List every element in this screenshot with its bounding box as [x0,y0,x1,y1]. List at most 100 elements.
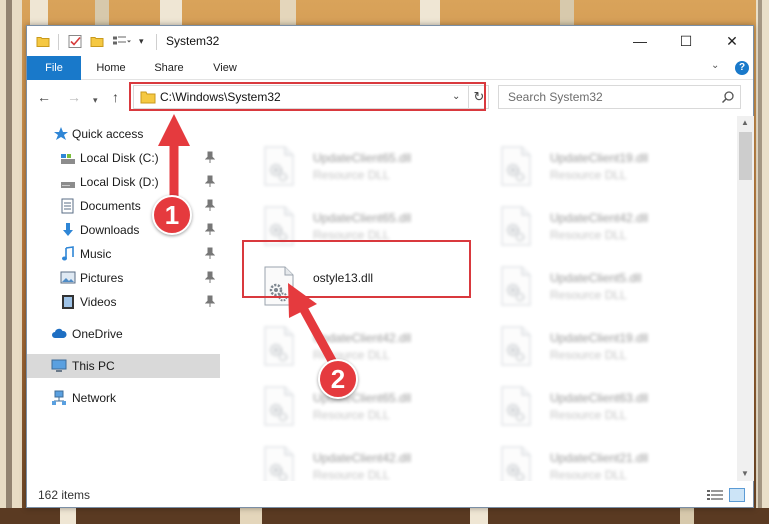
dll-file-icon [501,386,531,426]
tab-file[interactable]: File [27,56,81,80]
nav-item-downloads[interactable]: Downloads [27,218,220,242]
search-box[interactable] [498,85,741,109]
expand-ribbon-icon[interactable]: ⌄ [711,60,719,71]
file-name: UpdateClient19.dll [550,331,649,345]
search-icon[interactable] [721,90,735,104]
help-icon[interactable]: ? [735,61,749,75]
status-bar: 162 items [27,484,753,508]
recent-locations-icon[interactable]: ▾ [93,93,98,107]
dll-file-icon [501,266,531,306]
file-item[interactable]: UpdateClient5.dll Resource DLL [482,264,712,318]
nav-item-label: Network [72,391,117,405]
nav-item-music[interactable]: Music [27,242,220,266]
pin-icon[interactable] [205,223,215,235]
dll-file-icon [501,446,531,481]
new-folder-icon[interactable] [90,34,104,49]
file-description: Resource DLL [550,408,627,422]
pin-icon[interactable] [205,247,215,259]
ribbon-tabs: File Home Share View ⌄ ? [27,56,753,80]
file-description: Resource DLL [313,348,390,362]
pin-icon[interactable] [205,295,215,307]
file-item[interactable]: UpdateClient19.dll Resource DLL [482,324,712,378]
customize-toolbar-icon[interactable]: ▾ [139,34,149,49]
drive-icon [61,154,75,164]
documents-icon [61,198,74,214]
nav-item-label: Downloads [80,223,140,237]
nav-item-this-pc[interactable]: This PC [27,354,220,378]
file-item[interactable]: UpdateClient65.dll Resource DLL [245,144,475,198]
scroll-up-icon[interactable]: ▲ [741,118,749,127]
file-description: Resource DLL [313,168,390,182]
file-description: Resource DLL [550,228,627,242]
dll-file-icon [501,146,531,186]
file-description: Resource DLL [550,468,627,481]
file-name: UpdateClient21.dll [550,451,649,465]
file-name: UpdateClient19.dll [550,151,649,165]
file-item[interactable]: UpdateClient63.dll Resource DLL [482,384,712,438]
forward-button[interactable]: → [67,90,81,104]
file-item[interactable]: UpdateClient42.dll Resource DLL [482,204,712,258]
dll-file-icon [501,326,531,366]
music-icon [62,246,74,261]
view-options-icon[interactable] [112,34,132,49]
star-icon [54,127,68,140]
nav-item-label: Quick access [72,127,144,141]
dll-file-icon [264,446,294,481]
navigation-pane: Quick access Local Disk (C:) Local Disk … [27,116,220,481]
nav-item-onedrive[interactable]: OneDrive [27,322,220,346]
folder-icon[interactable] [36,34,50,49]
details-view-icon[interactable] [707,489,723,501]
file-name: UpdateClient42.dll [313,451,412,465]
pin-icon[interactable] [205,271,215,283]
pictures-icon [60,271,76,284]
file-item[interactable]: UpdateClient65.dll Resource DLL [245,384,475,438]
nav-item-videos[interactable]: Videos [27,290,220,314]
nav-item-local-disk-c[interactable]: Local Disk (C:) [27,146,220,170]
file-item[interactable]: UpdateClient19.dll Resource DLL [482,144,712,198]
downloads-icon [63,223,73,236]
nav-item-local-disk-d[interactable]: Local Disk (D:) [27,170,220,194]
file-highlight [242,240,471,298]
close-button[interactable]: ✕ [709,26,755,56]
tab-share[interactable]: Share [147,56,191,80]
maximize-button[interactable]: ☐ [663,26,709,56]
properties-icon[interactable] [68,34,82,49]
nav-item-label: Documents [80,199,141,213]
title-bar: ▾ System32 — ☐ ✕ [27,26,753,56]
minimize-button[interactable]: — [617,26,663,56]
vertical-scrollbar[interactable]: ▲ ▼ [737,116,754,481]
up-button[interactable]: ↑ [112,90,119,104]
tab-home[interactable]: Home [89,56,133,80]
nav-item-pictures[interactable]: Pictures [27,266,220,290]
nav-item-label: Music [80,247,112,261]
nav-item-label: Local Disk (C:) [80,151,159,165]
file-name: UpdateClient42.dll [550,211,649,225]
nav-item-quick-access[interactable]: Quick access [27,122,220,146]
search-input[interactable] [499,86,714,108]
nav-item-network[interactable]: Network [27,386,220,410]
pin-icon[interactable] [205,199,215,211]
cloud-icon [52,328,67,338]
file-description: Resource DLL [550,348,627,362]
file-name: UpdateClient5.dll [550,271,642,285]
back-button[interactable]: ← [37,90,51,104]
pin-icon[interactable] [205,151,215,163]
network-icon [52,390,66,405]
scroll-down-icon[interactable]: ▼ [741,469,749,478]
nav-item-label: This PC [72,359,115,373]
file-description: Resource DLL [550,168,627,182]
window-title: System32 [166,34,220,48]
file-description: Resource DLL [550,288,627,302]
file-item[interactable]: UpdateClient42.dll Resource DLL [245,324,475,378]
large-icons-view-icon[interactable] [729,488,745,502]
pin-icon[interactable] [205,175,215,187]
step-badge-1: 1 [152,195,192,235]
file-list: UpdateClient65.dll Resource DLL UpdateClie… [227,116,737,481]
file-name: UpdateClient65.dll [313,211,412,225]
scrollbar-thumb[interactable] [739,132,752,180]
file-item[interactable]: UpdateClient42.dll Resource DLL [245,444,475,481]
computer-icon [51,359,67,372]
file-item[interactable]: UpdateClient21.dll Resource DLL [482,444,712,481]
file-name: UpdateClient63.dll [550,391,649,405]
tab-view[interactable]: View [205,56,245,80]
